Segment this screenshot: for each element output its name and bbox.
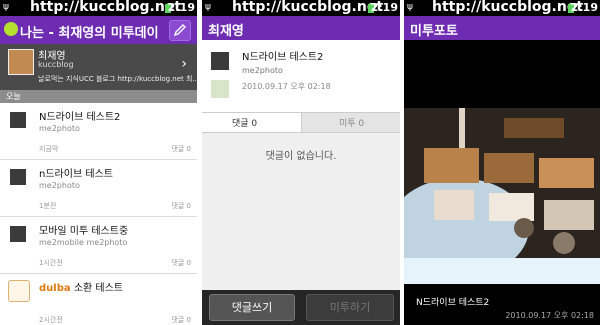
status-bar: ψ http://kuccblog.net 2:19 — [202, 0, 400, 16]
post-thumbnail — [10, 169, 26, 185]
post-source: me2photo — [39, 124, 80, 133]
comment-count: 댓글 0 — [171, 202, 191, 210]
profile-description: 날로먹는 지식UCC 블로그 http://kuccblog.net 최... — [38, 75, 197, 83]
comment-count: 댓글 0 — [171, 259, 191, 267]
section-header: 오늘 — [0, 90, 197, 103]
usb-icon: ψ — [407, 2, 413, 12]
post-thumbnail — [10, 112, 26, 128]
write-comment-button[interactable]: 댓글쓰기 — [209, 294, 295, 321]
post-title: N드라이브 테스트2 — [242, 52, 324, 63]
status-bar: ψ http://kuccblog.net 2:19 — [0, 0, 197, 16]
header-title: 최재영 — [208, 24, 244, 39]
chevron-right-icon: › — [181, 56, 187, 72]
comment-count: 댓글 0 — [171, 145, 191, 153]
clock: 2:19 — [167, 1, 195, 14]
list-item[interactable]: n드라이브 테스트 me2photo 1분전 댓글 0 — [0, 160, 197, 217]
post-detail-screen: ψ http://kuccblog.net 2:19 최재영 N드라이브 테스트… — [202, 0, 400, 325]
header-bar: 미투포토 — [404, 16, 600, 40]
post-time: 2시간전 — [39, 316, 63, 324]
tab-comments[interactable]: 댓글 0 — [202, 112, 301, 133]
tab-comments-label: 댓글 0 — [232, 119, 258, 129]
photo-caption: N드라이브 테스트2 — [416, 298, 490, 308]
app-title-bar: 나는 - 최재영의 미투데이 — [0, 16, 197, 44]
post-time: 1시간전 — [39, 259, 63, 267]
list-item[interactable]: 모바일 미투 테스트중 me2mobile me2photo 1시간전 댓글 0 — [0, 217, 197, 274]
post-title: 모바일 미투 테스트중 — [39, 226, 129, 237]
post-time: 지금막 — [39, 145, 59, 153]
post-date: 2010.09.17 오후 02:18 — [242, 82, 331, 91]
location-map-icon[interactable] — [211, 80, 229, 98]
action-bar: 댓글쓰기 미투하기 — [202, 290, 400, 325]
header-bar: 최재영 — [202, 16, 400, 40]
feed-screen: ψ http://kuccblog.net 2:19 나는 - 최재영의 미투데… — [0, 0, 197, 325]
store-display-photo — [404, 108, 600, 284]
photo-image[interactable] — [404, 108, 600, 284]
photo-viewer-screen: ψ http://kuccblog.net 2:19 미투포토 N드라이브 테스… — [404, 0, 600, 325]
comments-area: 댓글이 없습니다. — [202, 132, 400, 293]
compose-button[interactable] — [169, 20, 191, 41]
post-title: dulba 소환 테스트 — [39, 283, 123, 294]
status-bar: ψ http://kuccblog.net 2:19 — [404, 0, 600, 16]
post-title: N드라이브 테스트2 — [39, 112, 121, 123]
metoo-button[interactable]: 미투하기 — [306, 294, 394, 321]
post-thumbnail — [10, 226, 26, 242]
tab-metoo-label: 미투 0 — [339, 119, 365, 129]
pencil-icon — [173, 24, 186, 37]
me2day-logo-icon — [4, 22, 18, 36]
comment-count: 댓글 0 — [171, 316, 191, 324]
post-time: 1분전 — [39, 202, 57, 210]
post-source: me2photo — [242, 66, 283, 75]
avatar — [8, 49, 34, 75]
watermark-url: http://kuccblog.net — [30, 0, 182, 15]
header-title: 미투포토 — [410, 24, 458, 39]
profile-id: kuccblog — [38, 60, 74, 69]
comment-tabs: 댓글 0 미투 0 — [202, 112, 400, 133]
page-title: 나는 - 최재영의 미투데이 — [20, 26, 159, 41]
empty-message: 댓글이 없습니다. — [265, 151, 337, 162]
summon-icon — [8, 280, 30, 302]
post-source: me2mobile me2photo — [39, 238, 128, 247]
post-thumbnail[interactable] — [211, 52, 229, 70]
watermark-url: http://kuccblog.net — [432, 0, 584, 15]
post-card: N드라이브 테스트2 me2photo 2010.09.17 오후 02:18 — [202, 40, 400, 112]
list-item[interactable]: dulba 소환 테스트 2시간전 댓글 0 — [0, 274, 197, 325]
photo-date: 2010.09.17 오후 02:18 — [505, 311, 594, 320]
usb-icon: ψ — [205, 2, 211, 12]
tab-metoo[interactable]: 미투 0 — [301, 112, 400, 133]
watermark-url: http://kuccblog.net — [232, 0, 384, 15]
usb-icon: ψ — [3, 2, 9, 12]
post-title: n드라이브 테스트 — [39, 169, 113, 180]
clock: 2:19 — [370, 1, 398, 14]
post-source: me2photo — [39, 181, 80, 190]
list-item[interactable]: N드라이브 테스트2 me2photo 지금막 댓글 0 — [0, 103, 197, 160]
profile-card[interactable]: 최재영 kuccblog 날로먹는 지식UCC 블로그 http://kuccb… — [0, 44, 197, 90]
clock: 2:19 — [570, 1, 598, 14]
